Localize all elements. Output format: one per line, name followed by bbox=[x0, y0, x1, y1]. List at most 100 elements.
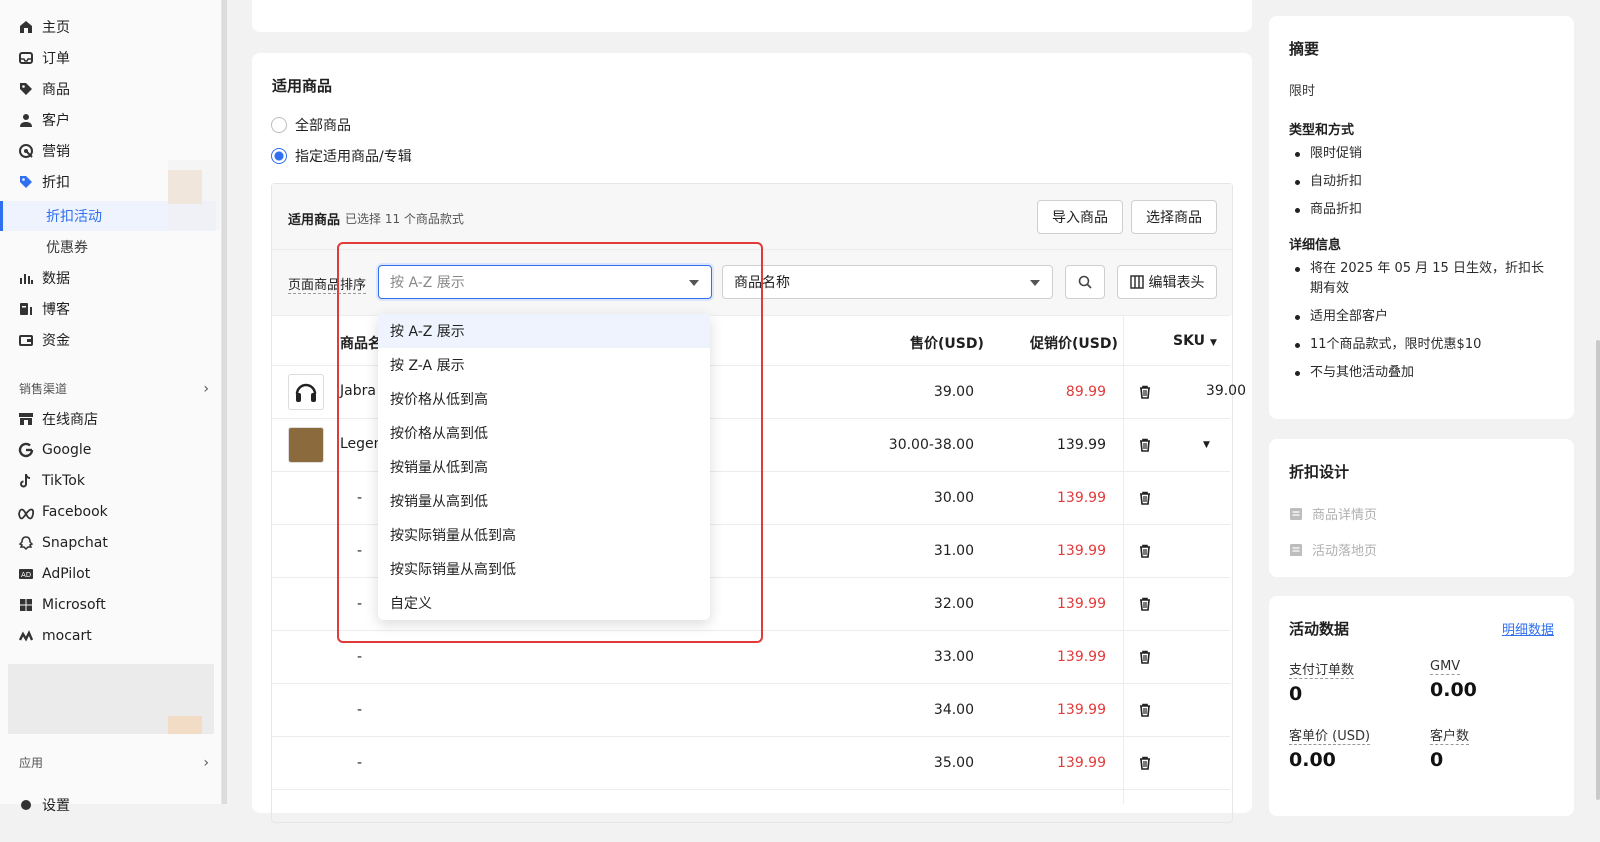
chevron-right-icon: › bbox=[203, 754, 209, 771]
delete-icon[interactable] bbox=[1138, 544, 1152, 558]
sidebar-channel-google[interactable]: Google bbox=[0, 435, 216, 465]
sidebar-item-label: Facebook bbox=[42, 504, 108, 520]
card-title: 适用商品 bbox=[272, 77, 333, 95]
type-item-text: 自动折扣 bbox=[1310, 174, 1363, 189]
caret-down-icon bbox=[1030, 280, 1040, 286]
detail-item: 不与其他活动叠加 bbox=[1289, 363, 1554, 383]
radio-specific-products[interactable]: 指定适用商品/专辑 bbox=[271, 146, 412, 166]
type-item: 自动折扣 bbox=[1289, 172, 1554, 192]
sidebar-item-settings[interactable]: 设置 bbox=[0, 790, 216, 820]
column-header-price[interactable]: 售价(USD) bbox=[910, 333, 984, 353]
radio-label: 指定适用商品/专辑 bbox=[295, 149, 412, 165]
sidebar-item-label: Snapchat bbox=[42, 535, 108, 551]
person-icon bbox=[18, 112, 34, 128]
column-header-sku[interactable]: SKU ▼ bbox=[1173, 333, 1217, 349]
edit-columns-button[interactable]: 编辑表头 bbox=[1117, 265, 1217, 299]
home-icon bbox=[18, 19, 34, 35]
sidebar-item-blog[interactable]: 博客 bbox=[0, 294, 216, 324]
delete-icon[interactable] bbox=[1138, 650, 1152, 664]
detail-data-link[interactable]: 明细数据 bbox=[1502, 619, 1554, 638]
stat-label: 客户数 bbox=[1430, 725, 1470, 745]
sidebar-channel-mocart[interactable]: mocart bbox=[0, 621, 216, 651]
sidebar-channel-tiktok[interactable]: TikTok bbox=[0, 466, 216, 496]
promo-price: 139.99 bbox=[1057, 702, 1106, 718]
product-thumbnail bbox=[288, 374, 324, 410]
sidebar-channel-online-store[interactable]: 在线商店 bbox=[0, 404, 216, 434]
delete-icon[interactable] bbox=[1138, 385, 1152, 399]
sidebar-channel-microsoft[interactable]: Microsoft bbox=[0, 590, 216, 620]
blog-icon bbox=[18, 301, 34, 317]
promo-price: 139.99 bbox=[1057, 437, 1106, 453]
design-item-product-page[interactable]: 商品详情页 bbox=[1289, 504, 1554, 523]
svg-text:AD: AD bbox=[21, 571, 31, 579]
discount-design-card: 折扣设计 商品详情页 活动落地页 bbox=[1269, 439, 1574, 577]
design-item-landing-page[interactable]: 活动落地页 bbox=[1289, 540, 1554, 559]
sidebar-item-coupons[interactable]: 优惠券 bbox=[0, 232, 216, 262]
product-price: 35.00 bbox=[933, 755, 974, 771]
discount-icon bbox=[18, 174, 34, 190]
sidebar-channel-facebook[interactable]: Facebook bbox=[0, 497, 216, 527]
type-item: 限时促销 bbox=[1289, 144, 1554, 164]
promo-price: 139.99 bbox=[1057, 490, 1106, 506]
stat-paid-orders: 支付订单数 0 bbox=[1289, 659, 1430, 705]
sidebar-item-orders[interactable]: 订单 bbox=[0, 43, 216, 73]
chart-icon bbox=[18, 270, 34, 286]
product-name: - bbox=[357, 702, 363, 718]
column-header-promo[interactable]: 促销价(USD) bbox=[1030, 333, 1118, 353]
promo-price: 139.99 bbox=[1057, 543, 1106, 559]
stat-label: 支付订单数 bbox=[1289, 659, 1355, 679]
radio-label: 全部商品 bbox=[295, 118, 351, 134]
promo-price: 139.99 bbox=[1057, 649, 1106, 665]
product-price-value: 39.00 bbox=[1205, 383, 1246, 399]
sidebar-item-home[interactable]: 主页 bbox=[0, 12, 216, 42]
stat-value: 0.00 bbox=[1430, 679, 1477, 701]
sidebar-channel-snapchat[interactable]: Snapchat bbox=[0, 528, 216, 558]
sidebar-channel-adpilot[interactable]: AD AdPilot bbox=[0, 559, 216, 589]
microsoft-icon bbox=[18, 597, 34, 613]
stat-value: 0.00 bbox=[1289, 749, 1336, 771]
table-row bbox=[272, 789, 1230, 842]
import-products-button[interactable]: 导入商品 bbox=[1037, 200, 1123, 234]
search-icon bbox=[1078, 275, 1092, 289]
promo-price: 139.99 bbox=[1057, 596, 1106, 612]
apps-header[interactable]: 应用 › bbox=[19, 754, 209, 771]
product-price: 39.00 bbox=[933, 384, 974, 400]
radio-circle[interactable] bbox=[271, 117, 287, 133]
search-button[interactable] bbox=[1065, 265, 1105, 299]
stat-value: 0 bbox=[1289, 683, 1303, 705]
delete-icon[interactable] bbox=[1138, 438, 1152, 452]
edit-columns-label: 编辑表头 bbox=[1148, 275, 1205, 291]
sidebar-item-funds[interactable]: 资金 bbox=[0, 325, 216, 355]
radio-all-products[interactable]: 全部商品 bbox=[271, 115, 351, 135]
sales-channels-header[interactable]: 销售渠道 › bbox=[19, 380, 209, 397]
sidebar-item-products[interactable]: 商品 bbox=[0, 74, 216, 104]
delete-icon[interactable] bbox=[1138, 756, 1152, 770]
select-products-button[interactable]: 选择商品 bbox=[1131, 200, 1217, 234]
delete-icon[interactable] bbox=[1138, 491, 1152, 505]
sidebar-item-customers[interactable]: 客户 bbox=[0, 105, 216, 135]
activity-data-card: 活动数据 明细数据 支付订单数 0 GMV 0.00 客单价 (USD) 0.0… bbox=[1269, 596, 1574, 816]
expand-caret-icon[interactable]: ▼ bbox=[1203, 440, 1210, 450]
store-icon bbox=[18, 411, 34, 427]
sidebar: 主页 订单 商品 客户 营销 折扣 折扣活动 优惠券 数据 博客 资金 销售渠道… bbox=[0, 0, 222, 814]
chevron-right-icon: › bbox=[203, 380, 209, 397]
radio-circle-selected[interactable] bbox=[271, 148, 287, 164]
stat-gmv: GMV 0.00 bbox=[1430, 659, 1571, 705]
detail-item-text: 不与其他活动叠加 bbox=[1310, 365, 1415, 380]
caret-down-icon: ▼ bbox=[1209, 338, 1217, 348]
sidebar-item-label: 订单 bbox=[42, 51, 70, 67]
sidebar-item-label: 设置 bbox=[42, 798, 70, 814]
stat-value: 0 bbox=[1430, 749, 1444, 771]
page-scrollbar[interactable] bbox=[1596, 340, 1600, 800]
field-select[interactable]: 商品名称 bbox=[722, 265, 1053, 299]
sidebar-item-data[interactable]: 数据 bbox=[0, 263, 216, 293]
delete-icon[interactable] bbox=[1138, 703, 1152, 717]
delete-icon[interactable] bbox=[1138, 597, 1152, 611]
product-price: 31.00 bbox=[933, 543, 974, 559]
sidebar-scrollbar[interactable] bbox=[222, 0, 227, 804]
apps-label: 应用 bbox=[19, 756, 44, 770]
selected-count: 已选择 11 个商品款式 bbox=[345, 212, 464, 226]
detail-item-text: 将在 2025 年 05 月 15 日生效，折扣长期有效 bbox=[1310, 261, 1544, 296]
mocart-icon bbox=[18, 628, 34, 644]
marketing-icon bbox=[18, 143, 34, 159]
